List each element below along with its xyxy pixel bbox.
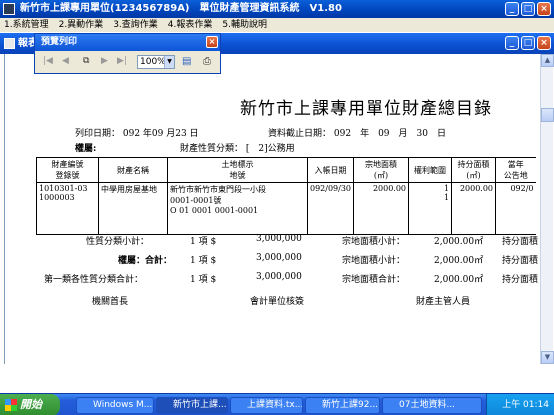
zoom-select[interactable]: 100% ▼ xyxy=(137,55,175,69)
print-preview-title: 預覽列印 xyxy=(35,34,220,51)
report-maximize-button[interactable]: □ xyxy=(521,36,535,50)
summary-2-area-label: 宗地面積小計： xyxy=(342,256,406,266)
printer-icon[interactable]: ⎙ xyxy=(203,56,211,67)
category-row: 財產性質分類： [ 2]公務用 xyxy=(180,141,295,154)
summary-2-label: 權屬：合計： xyxy=(118,256,173,266)
chevron-down-icon[interactable]: ▼ xyxy=(164,56,174,68)
first-page-icon[interactable]: |◀ xyxy=(43,56,53,66)
summary-3-amount: 3,000,000 xyxy=(256,272,302,282)
signature-head: 機關首長 xyxy=(92,297,129,307)
app-titlebar: 新竹市上課專用單位(123456789A) 單位財產管理資訊系統 V1.80 _… xyxy=(0,0,554,18)
scroll-thumb[interactable] xyxy=(541,108,554,122)
col-land: 土地標示 地號 xyxy=(167,157,308,183)
taskbar: 開始 Windows M... 新竹市上課... 上課資料.tx... 新竹上課… xyxy=(0,393,554,415)
next-page-icon[interactable]: ▶ xyxy=(101,56,108,66)
summary-2-area: 2,000.00㎡ xyxy=(434,256,484,266)
summary-3-count: 1 項 $ xyxy=(190,275,217,285)
scroll-down-icon[interactable]: ▼ xyxy=(541,351,554,364)
col-name: 財產名稱 xyxy=(98,157,168,183)
cell-area: 2000.00 xyxy=(353,182,410,235)
rights-label: 權屬: xyxy=(75,144,97,154)
signature-property: 財產主管人員 xyxy=(416,297,471,307)
print-date: 092 年09 月23 日 xyxy=(122,129,199,139)
report-minimize-button[interactable]: _ xyxy=(505,36,519,50)
col-date: 入帳日期 xyxy=(306,157,355,183)
col-id: 財產編號 登錄號 xyxy=(36,157,99,183)
system-tray: 上午 01:14 xyxy=(486,394,554,415)
app-title: 新竹市上課專用單位(123456789A) 單位財產管理資訊系統 V1.80 xyxy=(20,3,342,14)
prev-page-icon[interactable]: ◀ xyxy=(62,56,69,66)
task-hsinchu-92[interactable]: 新竹上課92... xyxy=(305,397,380,414)
start-label: 開始 xyxy=(20,398,42,411)
vertical-scrollbar[interactable]: ▲ ▼ xyxy=(540,54,554,364)
summary-2-share: 持分面積 xyxy=(502,256,539,266)
cell-announce: 092/0 xyxy=(495,182,536,235)
app-icon xyxy=(3,3,15,15)
zoom-value: 100% xyxy=(140,57,166,67)
dialog-close-button[interactable]: × xyxy=(206,36,218,48)
cell-name: 中學用房屋基地 xyxy=(98,182,168,235)
col-share: 持分面積 (㎡) xyxy=(451,157,497,183)
summary-1-amount: 3,000,000 xyxy=(256,234,302,244)
preview-toolbar: |◀ ◀ ⧉ ▶ ▶| 100% ▼ ▤ ⎙ xyxy=(35,51,220,73)
menu-system[interactable]: 1.系統管理 xyxy=(4,20,49,30)
summary-3-area-label: 宗地面積合計： xyxy=(342,275,406,285)
signature-accounting: 會計單位核簽 xyxy=(250,297,305,307)
cell-land: 新竹市新竹市東門段一小段 0001-0001號 O 01 0001 0001-000… xyxy=(167,182,308,235)
last-page-icon[interactable]: ▶| xyxy=(117,56,127,66)
menu-change[interactable]: 2.異動作業 xyxy=(59,20,104,30)
col-announce: 當年 公告地 xyxy=(495,157,536,183)
category-value: [ 2]公務用 xyxy=(245,144,295,154)
summary-2-count: 1 項 $ xyxy=(190,256,217,266)
table-header: 財產編號 登錄號 財產名稱 土地標示 地號 入帳日期 宗地面積 (㎡) 權利範圍 持分… xyxy=(36,157,536,183)
cell-rights: 11 xyxy=(408,182,453,235)
table-row: 1010301-03 1000003 中學用房屋基地 新竹市新竹市東門段一小段 00… xyxy=(36,182,536,235)
col-area: 宗地面積 (㎡) xyxy=(353,157,410,183)
summary-1-share: 持分面積 xyxy=(502,237,539,247)
cutoff-date: 092 年 09 月 30 日 xyxy=(333,129,446,139)
menu-bar: 1.系統管理 2.異動作業 3.查詢作業 4.報表作業 5.輔助說明 xyxy=(0,18,554,32)
windows-logo-icon xyxy=(5,399,17,411)
category-label: 財產性質分類： xyxy=(180,144,244,154)
report-close-button[interactable]: × xyxy=(537,36,551,50)
cell-id: 1010301-03 1000003 xyxy=(36,182,99,235)
report-title: 新竹市上課專用單位財產總目錄 xyxy=(240,99,492,119)
task-land-data[interactable]: 07土地資料... xyxy=(382,397,482,414)
copy-icon[interactable]: ⧉ xyxy=(83,56,89,66)
report-window-icon xyxy=(4,38,15,49)
close-button[interactable]: × xyxy=(537,2,551,16)
print-date-row: 列印日期： 092 年09 月23 日 xyxy=(75,126,199,139)
summary-1-count: 1 項 $ xyxy=(190,237,217,247)
menu-help[interactable]: 5.輔助說明 xyxy=(222,20,267,30)
summary-1-area: 2,000.00㎡ xyxy=(434,237,484,247)
summary-3-label: 第一類各性質分類合計： xyxy=(44,275,144,285)
menu-query[interactable]: 3.查詢作業 xyxy=(113,20,158,30)
print-date-label: 列印日期： xyxy=(75,129,121,139)
property-table: 財產編號 登錄號 財產名稱 土地標示 地號 入帳日期 宗地面積 (㎡) 權利範圍 持分… xyxy=(36,157,536,235)
task-asset-system[interactable]: 新竹市上課... xyxy=(156,397,228,414)
scroll-up-icon[interactable]: ▲ xyxy=(541,54,554,67)
page-setup-icon[interactable]: ▤ xyxy=(182,56,191,67)
summary-2-amount: 3,000,000 xyxy=(256,253,302,263)
summary-3-area: 2,000.00㎡ xyxy=(434,275,484,285)
summary-1-area-label: 宗地面積小計： xyxy=(342,237,406,247)
summary-1-label: 性質分類小計： xyxy=(86,237,150,247)
clock: 上午 01:14 xyxy=(502,400,549,410)
minimize-button[interactable]: _ xyxy=(505,2,519,16)
col-rights: 權利範圍 xyxy=(408,157,453,183)
cutoff-label: 資料截止日期： xyxy=(268,129,332,139)
cell-share: 2000.00 xyxy=(451,182,497,235)
start-button[interactable]: 開始 xyxy=(0,394,60,415)
print-preview-dialog: 預覽列印 × |◀ ◀ ⧉ ▶ ▶| 100% ▼ ▤ ⎙ xyxy=(34,33,221,74)
summary-3-share: 持分面積 xyxy=(502,275,539,285)
cell-date: 092/09/30 xyxy=(306,182,355,235)
cutoff-row: 資料截止日期： 092 年 09 月 30 日 xyxy=(268,126,446,139)
menu-report[interactable]: 4.報表作業 xyxy=(168,20,213,30)
task-class-data-txt[interactable]: 上課資料.tx... xyxy=(230,397,303,414)
maximize-button[interactable]: □ xyxy=(521,2,535,16)
task-windows-media[interactable]: Windows M... xyxy=(76,397,154,414)
